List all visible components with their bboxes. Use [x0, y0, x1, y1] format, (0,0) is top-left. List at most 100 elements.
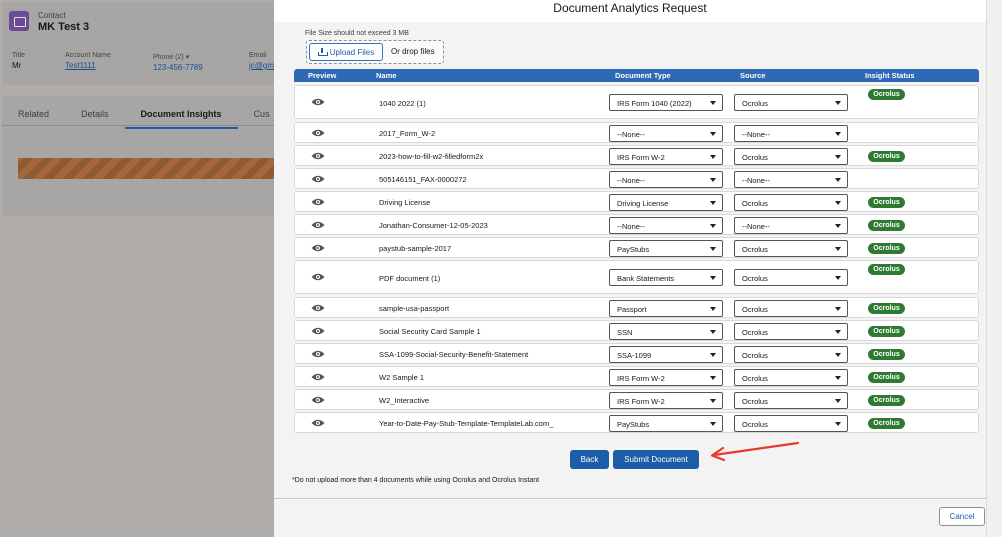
chevron-down-icon	[835, 132, 841, 136]
status-badge: Ocrolus	[868, 264, 905, 275]
document-type-select[interactable]: SSA-1099	[609, 346, 723, 363]
document-type-select[interactable]: --None--	[609, 171, 723, 188]
source-select[interactable]: Ocrolus	[734, 269, 848, 286]
document-type-select[interactable]: PayStubs	[609, 240, 723, 257]
chevron-down-icon	[835, 178, 841, 182]
upload-files-button[interactable]: Upload Files	[309, 43, 383, 61]
chevron-down-icon	[710, 330, 716, 334]
eye-icon[interactable]	[311, 198, 325, 206]
source-select[interactable]: Ocrolus	[734, 240, 848, 257]
document-type-select[interactable]: IRS Form 1040 (2022)	[609, 94, 723, 111]
chevron-down-icon	[835, 155, 841, 159]
status-badge: Ocrolus	[868, 418, 905, 429]
source-select[interactable]: Ocrolus	[734, 94, 848, 111]
document-type-select[interactable]: PayStubs	[609, 415, 723, 432]
chevron-down-icon	[835, 224, 841, 228]
status-badge: Ocrolus	[868, 326, 905, 337]
document-type-select[interactable]: IRS Form W-2	[609, 392, 723, 409]
eye-icon[interactable]	[311, 273, 325, 281]
modal-body: File Size should not exceed 3 MB Upload …	[274, 22, 986, 498]
record-name: MK Test 3	[38, 21, 90, 33]
chevron-down-icon	[710, 376, 716, 380]
document-name: 1040 2022 (1)	[379, 99, 426, 108]
document-name: W2 Sample 1	[379, 373, 425, 382]
table-row: sample-usa-passport Passport Ocrolus Ocrolu…	[294, 297, 979, 318]
document-type-select[interactable]: IRS Form W-2	[609, 369, 723, 386]
account-link[interactable]: Test1111	[65, 61, 111, 70]
document-name: 2023-how-to-fill-w2-filledform2x	[379, 152, 484, 161]
document-type-select[interactable]: --None--	[609, 125, 723, 142]
document-name: 505146151_FAX-0000272	[379, 175, 467, 184]
document-type-select[interactable]: --None--	[609, 217, 723, 234]
eye-icon[interactable]	[311, 419, 325, 427]
chevron-down-icon	[835, 201, 841, 205]
table-row: Social Security Card Sample 1 SSN Ocrolus O…	[294, 320, 979, 341]
table-row: PDF document (1) Bank Statements Ocrolus Oc…	[294, 260, 979, 294]
status-badge: Ocrolus	[868, 197, 905, 208]
eye-icon[interactable]	[311, 221, 325, 229]
chevron-down-icon	[835, 376, 841, 380]
chevron-down-icon	[710, 155, 716, 159]
chevron-down-icon	[710, 201, 716, 205]
modal-scrollbar[interactable]	[986, 0, 1002, 537]
eye-icon[interactable]	[311, 304, 325, 312]
document-type-select[interactable]: Driving License	[609, 194, 723, 211]
field-email: Email jc@gm	[249, 52, 275, 70]
modal-footer: Cancel	[274, 498, 986, 537]
tab-divider	[2, 125, 280, 126]
eye-icon[interactable]	[311, 98, 325, 106]
file-size-note: File Size should not exceed 3 MB	[305, 30, 409, 37]
document-type-select[interactable]: SSN	[609, 323, 723, 340]
source-select[interactable]: Ocrolus	[734, 369, 848, 386]
cancel-button[interactable]: Cancel	[939, 507, 985, 526]
table-row: Year-to-Date-Pay-Stub-Template-TemplateL…	[294, 412, 979, 433]
document-name: sample-usa-passport	[379, 304, 450, 313]
document-name: Driving License	[379, 198, 431, 207]
eye-icon[interactable]	[311, 175, 325, 183]
source-select[interactable]: Ocrolus	[734, 148, 848, 165]
file-drop-zone[interactable]: Upload Files Or drop files	[306, 40, 444, 64]
back-button[interactable]: Back	[570, 450, 609, 469]
col-insight-status: Insight Status	[865, 71, 915, 80]
document-type-select[interactable]: Passport	[609, 300, 723, 317]
document-type-select[interactable]: IRS Form W-2	[609, 148, 723, 165]
contact-icon	[9, 11, 29, 31]
source-select[interactable]: --None--	[734, 171, 848, 188]
chevron-down-icon	[710, 307, 716, 311]
eye-icon[interactable]	[311, 244, 325, 252]
source-select[interactable]: Ocrolus	[734, 346, 848, 363]
table-row: paystub-sample-2017 PayStubs Ocrolus Ocrolu…	[294, 237, 979, 258]
source-select[interactable]: Ocrolus	[734, 300, 848, 317]
table-row: Driving License Driving License Ocrolus Ocr…	[294, 191, 979, 212]
chevron-down-icon	[835, 399, 841, 403]
submit-document-button[interactable]: Submit Document	[613, 450, 699, 469]
source-select[interactable]: --None--	[734, 217, 848, 234]
source-select[interactable]: Ocrolus	[734, 415, 848, 432]
chevron-down-icon	[835, 276, 841, 280]
document-name: 2017_Form_W-2	[379, 129, 436, 138]
eye-icon[interactable]	[311, 350, 325, 358]
status-badge: Ocrolus	[868, 303, 905, 314]
source-select[interactable]: --None--	[734, 125, 848, 142]
document-analytics-modal: Document Analytics Request File Size sho…	[274, 0, 1002, 537]
source-select[interactable]: Ocrolus	[734, 392, 848, 409]
eye-icon[interactable]	[311, 129, 325, 137]
chevron-down-icon[interactable]: ▾	[186, 54, 190, 61]
chevron-down-icon	[710, 224, 716, 228]
eye-icon[interactable]	[311, 327, 325, 335]
document-name: paystub-sample-2017	[379, 244, 452, 253]
warning-note: *Do not upload more than 4 documents whi…	[292, 477, 540, 484]
eye-icon[interactable]	[311, 152, 325, 160]
document-type-select[interactable]: Bank Statements	[609, 269, 723, 286]
source-select[interactable]: Ocrolus	[734, 194, 848, 211]
table-row: 2017_Form_W-2 --None-- --None--	[294, 122, 979, 143]
progress-bar	[18, 158, 280, 179]
chevron-down-icon	[710, 101, 716, 105]
table-row: 505146151_FAX-0000272 --None-- --None--	[294, 168, 979, 189]
col-document-type: Document Type	[615, 71, 671, 80]
eye-icon[interactable]	[311, 373, 325, 381]
source-select[interactable]: Ocrolus	[734, 323, 848, 340]
eye-icon[interactable]	[311, 396, 325, 404]
chevron-down-icon	[710, 247, 716, 251]
chevron-down-icon	[835, 422, 841, 426]
